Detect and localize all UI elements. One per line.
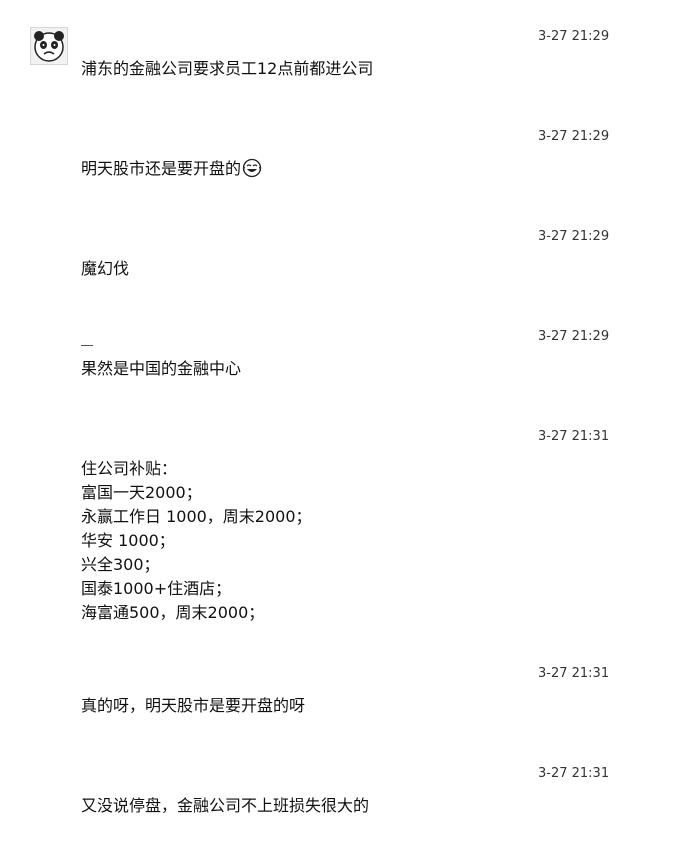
- message-text[interactable]: 明天股市还是要开盘的: [81, 157, 641, 181]
- quote-marker-divider: [81, 345, 93, 346]
- message-text-content: 明天股市还是要开盘的: [81, 159, 242, 178]
- message-timestamp: 3-27 21:29: [538, 229, 610, 244]
- laughing-tears-emoji-icon: [242, 158, 262, 178]
- message-text[interactable]: 果然是中国的金融中心: [81, 357, 641, 381]
- message-timestamp: 3-27 21:31: [538, 666, 610, 681]
- message-text[interactable]: 魔幻伐: [81, 257, 641, 281]
- panda-meme-icon: [31, 28, 67, 64]
- message-timestamp: 3-27 21:29: [538, 129, 610, 144]
- message-timestamp: 3-27 21:29: [538, 29, 610, 44]
- message-text[interactable]: 又没说停盘，金融公司不上班损失很大的: [81, 794, 641, 818]
- message-timestamp: 3-27 21:29: [538, 329, 610, 344]
- message-text[interactable]: 住公司补贴： 富国一天2000； 永赢工作日 1000，周末2000； 华安 1…: [81, 457, 641, 625]
- message-line: 国泰1000+住酒店；: [81, 579, 232, 598]
- message-line: 兴全300；: [81, 555, 160, 574]
- message-timestamp: 3-27 21:31: [538, 766, 610, 781]
- message-line: 住公司补贴：: [81, 459, 178, 478]
- message-line: 永赢工作日 1000，周末2000；: [81, 507, 312, 526]
- message-line: 华安 1000；: [81, 531, 175, 550]
- message-text[interactable]: 真的呀，明天股市是要开盘的呀: [81, 694, 641, 718]
- message-text[interactable]: 浦东的金融公司要求员工12点前都进公司: [81, 57, 641, 81]
- sender-avatar[interactable]: [30, 27, 68, 65]
- message-line: 富国一天2000；: [81, 483, 202, 502]
- message-timestamp: 3-27 21:31: [538, 429, 610, 444]
- message-line: 海富通500，周末2000；: [81, 603, 265, 622]
